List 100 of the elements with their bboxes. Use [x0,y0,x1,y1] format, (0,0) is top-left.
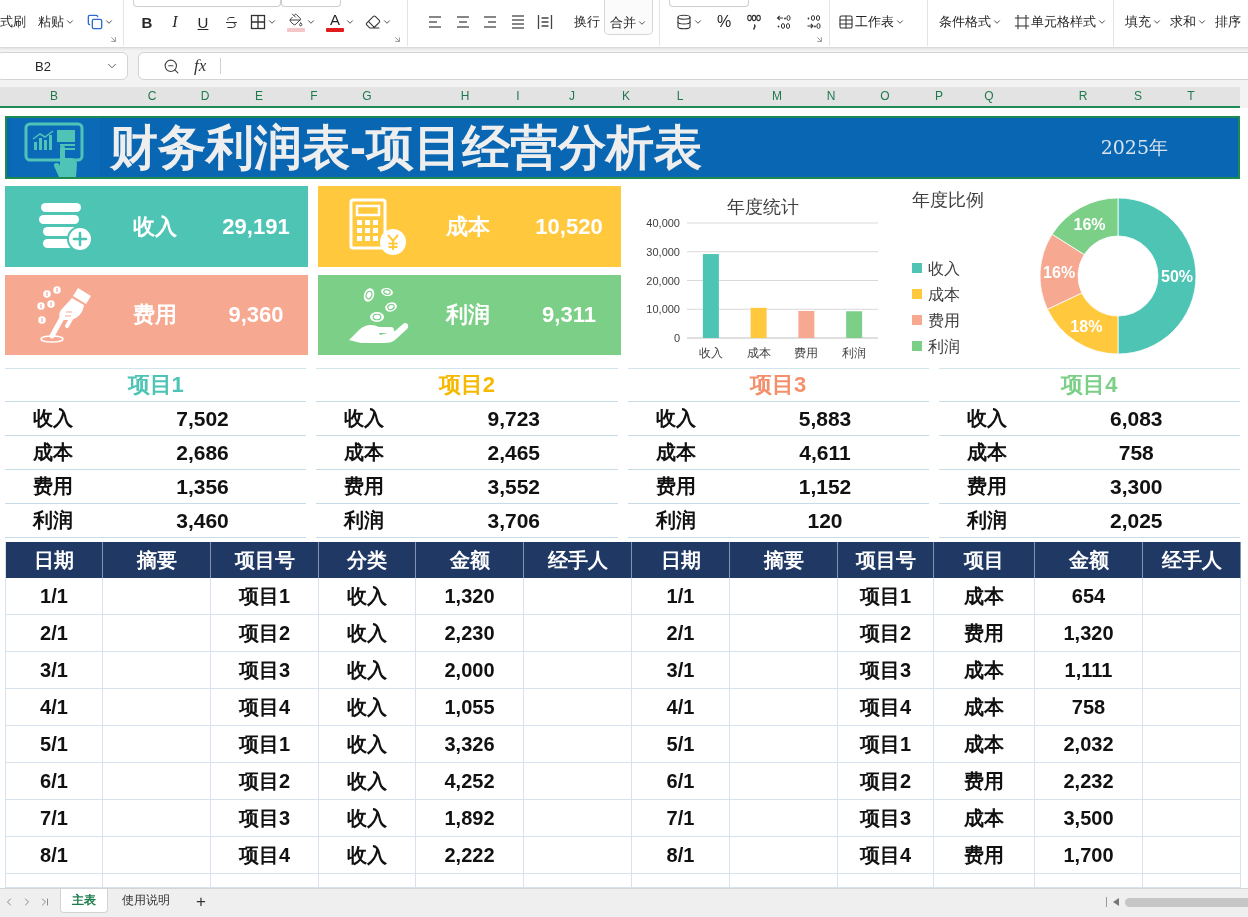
column-header[interactable]: J [562,87,582,106]
color-bar-icon [326,27,344,32]
column-header[interactable]: C [142,87,162,106]
sheet-tab[interactable]: 使用说明 [110,889,182,913]
row-value: 1,152 [797,474,853,499]
borders-icon [250,14,266,30]
table-cell: 项目2 [211,615,319,652]
dialog-launcher-icon[interactable] [815,35,824,44]
formula-field[interactable]: fx [138,52,1248,80]
column-header[interactable]: O [875,87,895,106]
column-header[interactable]: N [821,87,841,106]
column-header[interactable]: R [1073,87,1093,106]
row-value: 3,460 [175,508,230,533]
number-format-field[interactable] [669,0,749,7]
row-value: 1,356 [175,474,230,499]
column-header[interactable]: I [508,87,528,106]
swatch-icon [912,341,922,351]
year-label: 2025年 [1100,134,1168,160]
sort-button[interactable]: 排序 [1214,11,1242,33]
italic-button[interactable]: I [165,11,185,33]
format-painter-button[interactable]: 式刷 [0,11,27,33]
row-label: 利润 [654,508,697,533]
column-header[interactable]: B [44,87,64,106]
caret-icon [267,17,277,27]
magnifier-icon[interactable] [163,57,180,75]
dialog-launcher-icon[interactable] [393,35,402,44]
row-label: 收入 [343,406,386,431]
table-cell: 2,232 [1035,763,1143,800]
add-sheet-button[interactable]: + [192,889,210,915]
table-cell: 1,320 [1035,615,1143,652]
row-value: 3,706 [486,508,542,533]
last-sheet-icon[interactable] [39,896,51,908]
underline-button[interactable]: U [193,11,213,33]
merge-button[interactable]: 合并 [604,0,653,35]
table-cell: 项目4 [838,837,934,874]
column-header[interactable]: Q [979,87,999,106]
conditional-format-button[interactable]: 条件格式 [938,11,1003,33]
dialog-launcher-icon[interactable] [109,35,118,44]
font-color-button[interactable]: A [325,11,356,33]
row-value: 3,552 [486,474,542,499]
cell-style-button[interactable]: 单元格样式 [1013,11,1108,33]
font-name-field[interactable] [133,0,281,7]
column-header[interactable]: S [1128,87,1148,106]
scroll-left-icon[interactable] [1113,898,1119,906]
row-label: 利润 [342,508,386,533]
caret-icon [1152,17,1162,27]
table-cell: 6/1 [6,763,103,800]
table-cell: 收入 [319,689,416,726]
kpi-value: 29,191 [221,213,291,240]
row-value: 758 [1117,440,1155,465]
column-header[interactable]: M [767,87,787,106]
column-header[interactable]: E [249,87,269,106]
align-right-icon [482,14,498,30]
function-label[interactable]: fx [194,56,207,76]
sheet-tab[interactable]: 主表 [60,889,108,913]
sum-button[interactable]: 求和 [1169,11,1208,33]
column-header[interactable]: F [304,87,324,106]
row-label: 收入 [32,406,74,431]
percent-button[interactable]: % [714,11,734,33]
table-cell: 收入 [319,652,416,689]
caret-icon [104,17,114,27]
scrollbar-thumb[interactable] [1125,897,1248,907]
caret-icon [382,17,392,27]
caret-icon [895,17,905,27]
name-box[interactable]: B2 [0,52,128,80]
column-header[interactable]: T [1181,87,1201,106]
swatch-icon [912,315,922,325]
category-label: 利润 [842,346,867,360]
table-cell: 收入 [319,578,416,615]
column-heading: 分类 [319,542,416,578]
row-label: 成本 [343,440,386,465]
strikethrough-icon [223,14,239,30]
column-header[interactable]: H [455,87,475,106]
worksheet-button[interactable]: 工作表 [837,11,906,33]
column-header[interactable]: L [670,87,690,106]
table-cell: 4,252 [416,763,524,800]
column-header[interactable]: K [616,87,636,106]
bold-button[interactable]: B [137,11,157,33]
table-cell: 费用 [934,615,1035,652]
table-cell: 758 [1035,689,1143,726]
database-icon [676,14,692,30]
legend-label: 成本 [928,286,960,303]
wrap-text-button[interactable]: 换行 [572,11,601,33]
table-cell: 3/1 [6,652,103,689]
table-cell: 2,222 [416,837,524,874]
font-size-field[interactable] [281,0,341,7]
column-header[interactable]: P [929,87,949,106]
column-heading: 金额 [1035,542,1143,578]
fill-button[interactable]: 填充 [1124,11,1163,33]
kpi-value: 10,520 [534,213,604,240]
fill-color-button[interactable] [286,11,317,33]
chart-title: 年度比例 [912,190,984,210]
row-value: 7,502 [175,406,230,431]
frame-icon [1014,14,1030,30]
column-heading: 摘要 [103,542,211,578]
table-cell: 收入 [319,615,416,652]
paste-button[interactable]: 粘贴 [37,11,76,33]
column-header[interactable]: D [195,87,215,106]
column-header[interactable]: G [357,87,377,106]
data-label: 18% [1070,317,1103,335]
